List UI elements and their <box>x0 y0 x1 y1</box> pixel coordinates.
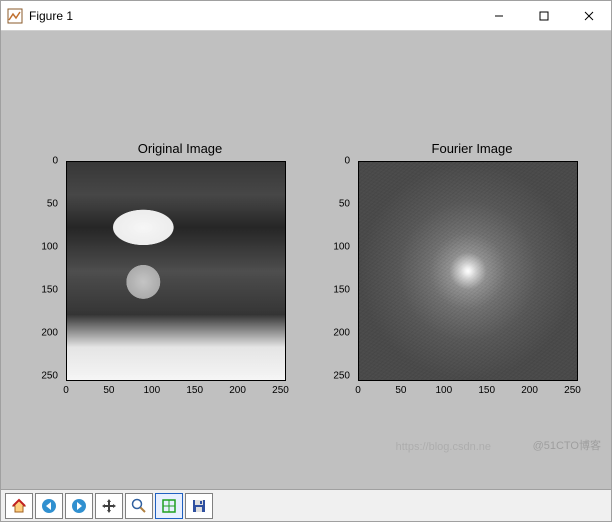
back-button[interactable] <box>35 493 63 519</box>
fourier-image-content <box>359 162 577 380</box>
y-tick-label: 250 <box>333 370 350 381</box>
x-tick-label: 200 <box>521 385 538 396</box>
subplot-fourier: Fourier Image 0 50 100 150 200 250 0 50 … <box>318 161 586 411</box>
x-tick-label: 200 <box>229 385 246 396</box>
x-tick-label: 150 <box>478 385 495 396</box>
plot-title-original: Original Image <box>66 141 294 156</box>
plot-title-fourier: Fourier Image <box>358 141 586 156</box>
x-tick-label: 50 <box>395 385 406 396</box>
axes-fourier[interactable] <box>358 161 578 381</box>
x-tick-label: 250 <box>272 385 289 396</box>
x-tick-label: 250 <box>564 385 581 396</box>
y-tick-label: 100 <box>333 241 350 252</box>
minimize-button[interactable] <box>476 1 521 30</box>
subplots-icon <box>161 498 177 514</box>
save-button[interactable] <box>185 493 213 519</box>
x-axis-fourier: 0 50 100 150 200 250 <box>358 383 578 399</box>
y-tick-label: 50 <box>47 198 58 209</box>
window-title: Figure 1 <box>29 9 476 23</box>
watermark-csdn: https://blog.csdn.ne <box>396 441 491 453</box>
x-tick-label: 100 <box>435 385 452 396</box>
configure-subplots-button[interactable] <box>155 493 183 519</box>
forward-button[interactable] <box>65 493 93 519</box>
y-tick-label: 100 <box>41 241 58 252</box>
y-tick-label: 0 <box>344 156 350 167</box>
back-icon <box>41 498 57 514</box>
original-image-content <box>67 162 285 380</box>
save-icon <box>191 498 207 514</box>
titlebar: Figure 1 <box>1 1 611 31</box>
app-icon <box>7 8 23 24</box>
zoom-button[interactable] <box>125 493 153 519</box>
home-icon <box>11 498 27 514</box>
figure-window: Figure 1 Original Image 0 50 100 150 <box>0 0 612 522</box>
y-tick-label: 0 <box>52 156 58 167</box>
window-controls <box>476 1 611 30</box>
x-tick-label: 100 <box>143 385 160 396</box>
figure-canvas[interactable]: Original Image 0 50 100 150 200 250 0 50… <box>1 31 611 489</box>
maximize-icon <box>539 11 549 21</box>
y-tick-label: 150 <box>41 284 58 295</box>
x-axis-original: 0 50 100 150 200 250 <box>66 383 286 399</box>
x-tick-label: 150 <box>186 385 203 396</box>
minimize-icon <box>494 11 504 21</box>
close-icon <box>584 11 594 21</box>
y-tick-label: 200 <box>333 327 350 338</box>
home-button[interactable] <box>5 493 33 519</box>
zoom-icon <box>131 498 147 514</box>
y-axis-original: 0 50 100 150 200 250 <box>26 161 62 381</box>
forward-icon <box>71 498 87 514</box>
navigation-toolbar <box>1 489 611 521</box>
y-tick-label: 250 <box>41 370 58 381</box>
x-tick-label: 50 <box>103 385 114 396</box>
watermark-51cto: @51CTO博客 <box>533 437 601 453</box>
subplot-original: Original Image 0 50 100 150 200 250 0 50… <box>26 161 294 411</box>
pan-button[interactable] <box>95 493 123 519</box>
x-tick-label: 0 <box>355 385 361 396</box>
maximize-button[interactable] <box>521 1 566 30</box>
pan-icon <box>101 498 117 514</box>
y-tick-label: 150 <box>333 284 350 295</box>
y-tick-label: 200 <box>41 327 58 338</box>
y-axis-fourier: 0 50 100 150 200 250 <box>318 161 354 381</box>
y-tick-label: 50 <box>339 198 350 209</box>
x-tick-label: 0 <box>63 385 69 396</box>
axes-original[interactable] <box>66 161 286 381</box>
close-button[interactable] <box>566 1 611 30</box>
subplots-container: Original Image 0 50 100 150 200 250 0 50… <box>26 161 586 411</box>
